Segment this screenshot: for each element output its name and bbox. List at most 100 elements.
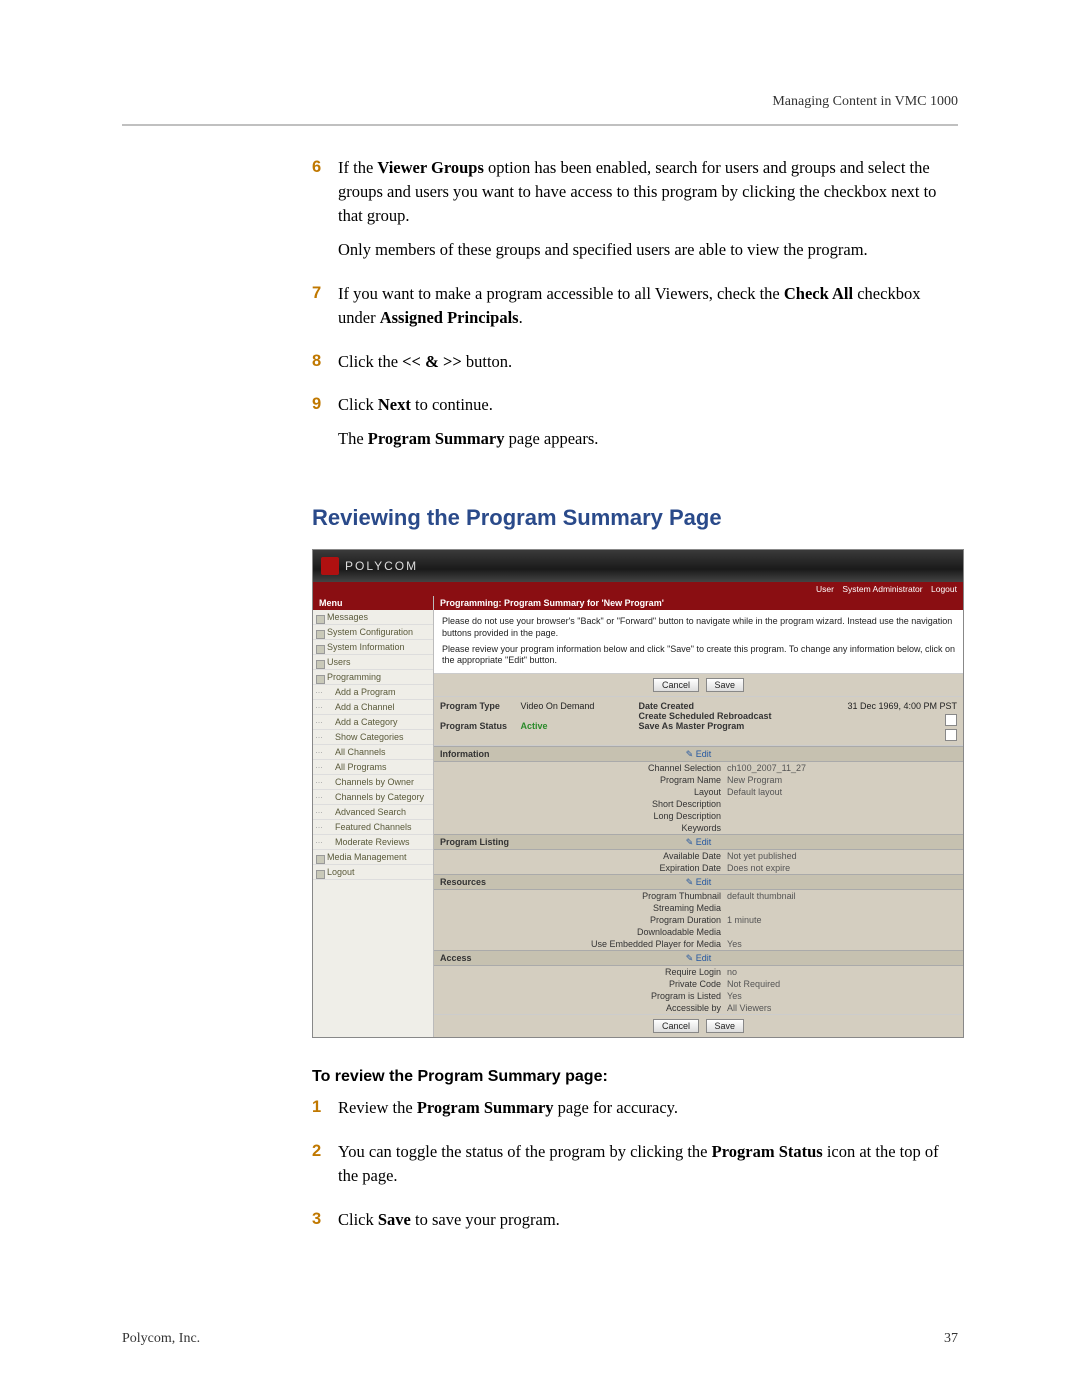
- kv-value: [727, 823, 957, 833]
- kv-key: Use Embedded Player for Media: [440, 939, 727, 949]
- kv-row: Accessible byAll Viewers: [434, 1002, 963, 1014]
- step: 7If you want to make a program accessibl…: [312, 282, 954, 340]
- kv-value: Default layout: [727, 787, 957, 797]
- edit-link[interactable]: ✎ Edit: [686, 877, 712, 888]
- logo-icon: [321, 557, 339, 575]
- kv-value: Does not expire: [727, 863, 957, 873]
- kv-row: Program NameNew Program: [434, 774, 963, 786]
- step: 2You can toggle the status of the progra…: [312, 1140, 954, 1198]
- menu-item[interactable]: All Programs: [313, 760, 433, 775]
- kv-value: New Program: [727, 775, 957, 785]
- menu-item[interactable]: Users: [313, 655, 433, 670]
- save-button-bottom[interactable]: Save: [706, 1019, 745, 1033]
- kv-row: LayoutDefault layout: [434, 786, 963, 798]
- kv-key: Available Date: [440, 851, 727, 861]
- kv-key: Short Description: [440, 799, 727, 809]
- menu-item[interactable]: Add a Program: [313, 685, 433, 700]
- menu-item[interactable]: Advanced Search: [313, 805, 433, 820]
- kv-key: Channel Selection: [440, 763, 727, 773]
- step-body: You can toggle the status of the program…: [338, 1140, 954, 1198]
- step: 3Click Save to save your program.: [312, 1208, 954, 1242]
- cancel-button[interactable]: Cancel: [653, 678, 699, 692]
- kv-value: Not Required: [727, 979, 957, 989]
- menu-item[interactable]: System Configuration: [313, 625, 433, 640]
- step-body: If you want to make a program accessible…: [338, 282, 954, 340]
- footer-pagenum: 37: [944, 1331, 958, 1347]
- step-number: 1: [312, 1096, 338, 1130]
- menu-item[interactable]: Featured Channels: [313, 820, 433, 835]
- kv-key: Accessible by: [440, 1003, 727, 1013]
- kv-row: Downloadable Media: [434, 926, 963, 938]
- kv-row: Program Thumbnaildefault thumbnail: [434, 890, 963, 902]
- edit-link[interactable]: ✎ Edit: [686, 953, 712, 964]
- brand-word: POLYCOM: [345, 559, 418, 573]
- logout-link[interactable]: Logout: [931, 584, 957, 594]
- kv-row: Expiration DateDoes not expire: [434, 862, 963, 874]
- save-master-checkbox[interactable]: [945, 729, 957, 741]
- button-row-bottom: Cancel Save: [434, 1014, 963, 1037]
- save-master-label: Save As Master Program: [639, 721, 745, 731]
- kv-row: Use Embedded Player for MediaYes: [434, 938, 963, 950]
- menu-item[interactable]: Add a Channel: [313, 700, 433, 715]
- kv-key: Layout: [440, 787, 727, 797]
- program-type-value: Video On Demand: [521, 701, 595, 711]
- step-body: Click the << & >> button.: [338, 350, 954, 384]
- kv-row: Long Description: [434, 810, 963, 822]
- kv-key: Program Duration: [440, 915, 727, 925]
- menu-item[interactable]: Channels by Owner: [313, 775, 433, 790]
- steps-top: 6If the Viewer Groups option has been en…: [312, 156, 954, 461]
- date-created-label: Date Created: [639, 701, 717, 711]
- cancel-button-bottom[interactable]: Cancel: [653, 1019, 699, 1033]
- menu-item[interactable]: Logout: [313, 865, 433, 880]
- footer-left: Polycom, Inc.: [122, 1331, 200, 1347]
- save-button[interactable]: Save: [706, 678, 745, 692]
- menu-item[interactable]: Add a Category: [313, 715, 433, 730]
- step-para: Review the Program Summary page for accu…: [338, 1096, 954, 1120]
- kv-key: Downloadable Media: [440, 927, 727, 937]
- kv-key: Program Name: [440, 775, 727, 785]
- section-heading: Reviewing the Program Summary Page: [312, 505, 958, 531]
- step-para: Click Save to save your program.: [338, 1208, 954, 1232]
- date-created-value: 31 Dec 1969, 4:00 PM PST: [837, 701, 957, 711]
- menu-item[interactable]: Programming: [313, 670, 433, 685]
- section-bar-resources: Resources✎ Edit: [434, 874, 963, 890]
- section-bar-program_listing: Program Listing✎ Edit: [434, 834, 963, 850]
- menu-item[interactable]: All Channels: [313, 745, 433, 760]
- user-label: User: [816, 584, 834, 594]
- step-para: If you want to make a program accessible…: [338, 282, 954, 330]
- step-para: Click the << & >> button.: [338, 350, 954, 374]
- menu-item[interactable]: System Information: [313, 640, 433, 655]
- step-body: Review the Program Summary page for accu…: [338, 1096, 954, 1130]
- button-row-top: Cancel Save: [434, 674, 963, 697]
- edit-link[interactable]: ✎ Edit: [686, 837, 712, 848]
- step-body: If the Viewer Groups option has been ena…: [338, 156, 954, 272]
- menu-item[interactable]: Show Categories: [313, 730, 433, 745]
- kv-row: Private CodeNot Required: [434, 978, 963, 990]
- kv-row: Keywords: [434, 822, 963, 834]
- kv-value: Not yet published: [727, 851, 957, 861]
- menu-item[interactable]: Messages: [313, 610, 433, 625]
- section-bar-information: Information✎ Edit: [434, 746, 963, 762]
- step: 6If the Viewer Groups option has been en…: [312, 156, 954, 272]
- step-number: 8: [312, 350, 338, 384]
- step-body: Click Next to continue.The Program Summa…: [338, 393, 954, 461]
- program-status-label: Program Status: [440, 721, 518, 731]
- program-status-value[interactable]: Active: [521, 721, 548, 731]
- kv-value: [727, 903, 957, 913]
- kv-row: Streaming Media: [434, 902, 963, 914]
- edit-link[interactable]: ✎ Edit: [686, 749, 712, 760]
- kv-value: [727, 799, 957, 809]
- kv-key: Private Code: [440, 979, 727, 989]
- rebroadcast-checkbox[interactable]: [945, 714, 957, 726]
- menu-item[interactable]: Media Management: [313, 850, 433, 865]
- kv-row: Require Loginno: [434, 966, 963, 978]
- breadcrumb: Programming: Program Summary for 'New Pr…: [434, 596, 963, 610]
- menu-item[interactable]: Channels by Category: [313, 790, 433, 805]
- kv-key: Keywords: [440, 823, 727, 833]
- kv-value: Yes: [727, 991, 957, 1001]
- running-header: Managing Content in VMC 1000: [122, 94, 958, 110]
- kv-key: Expiration Date: [440, 863, 727, 873]
- kv-row: Short Description: [434, 798, 963, 810]
- menu-item[interactable]: Moderate Reviews: [313, 835, 433, 850]
- step: 9Click Next to continue.The Program Summ…: [312, 393, 954, 461]
